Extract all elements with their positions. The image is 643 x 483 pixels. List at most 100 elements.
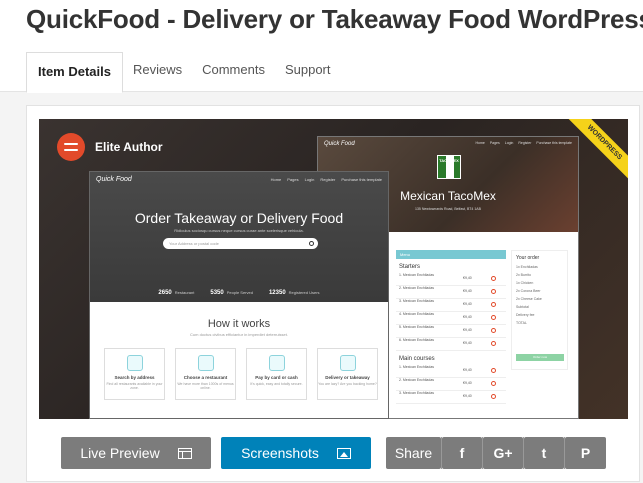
order-total: TOTAL xyxy=(516,321,527,325)
screenshots-label: Screenshots xyxy=(241,445,319,461)
order-line: 2x Cheese Cake xyxy=(516,297,542,301)
menu-item: 1. Mexican Enchiladas xyxy=(399,365,435,369)
nav-link: Pages xyxy=(489,141,500,145)
menu-price: €9,40 xyxy=(463,368,472,372)
menu-row: 2. Mexican Enchiladas €9,40 xyxy=(396,378,506,391)
stat-value: 5350 xyxy=(210,290,224,296)
pinterest-share-button[interactable]: P xyxy=(565,437,606,469)
item-header: QuickFood - Delivery or Takeaway Food Wo… xyxy=(0,0,643,93)
step-card: Pay by card or cash It's quick, easy and … xyxy=(246,348,307,400)
item-tabs: Item Details Reviews Comments Support xyxy=(26,52,341,93)
menu-item: 2. Mexican Enchiladas xyxy=(399,378,435,382)
menu-row: 5. Mexican Enchiladas €9,40 xyxy=(396,325,506,338)
add-icon xyxy=(491,381,496,386)
order-delivery: Delivery fee xyxy=(516,313,535,317)
image-icon xyxy=(336,447,351,459)
twitter-share-button[interactable]: t xyxy=(524,437,564,469)
order-line: 1x Chicken xyxy=(516,281,534,285)
nav-link: Register xyxy=(518,141,532,145)
menu-bar: Menu xyxy=(396,250,506,259)
google-plus-share-button[interactable]: G+ xyxy=(483,437,523,469)
menu-item: 3. Mexican Enchiladas xyxy=(399,391,435,395)
add-icon xyxy=(491,368,496,373)
live-preview-button[interactable]: Live Preview xyxy=(61,437,211,469)
menu-row: 4. Mexican Enchiladas €9,40 xyxy=(396,312,506,325)
menu-item: 2. Mexican Enchiladas xyxy=(399,286,435,290)
add-icon xyxy=(491,328,496,333)
home-hero: Quick Food Home Pages Login Register Pur… xyxy=(90,172,388,302)
nav-link: Login xyxy=(304,177,315,182)
menu-item: 1. Mexican Enchiladas xyxy=(399,273,435,277)
nav-link: Pages xyxy=(287,177,299,182)
add-icon xyxy=(491,302,496,307)
how-it-works-steps: Search by address Find all restaurants av… xyxy=(104,348,378,400)
how-it-works-subtitle: Cum doctus civibus efficiantur in imperd… xyxy=(190,332,288,337)
restaurant-logo: TACOMEX xyxy=(437,155,461,179)
order-line: 2x Burrito xyxy=(516,273,531,277)
map-pin-icon xyxy=(126,355,143,371)
payment-icon xyxy=(268,355,285,371)
preview-banner[interactable]: Elite Author Quick Food Home Pages Login… xyxy=(39,119,628,419)
order-now-button: Order now xyxy=(516,354,564,361)
menu-list: Menu Starters 1. Mexican Enchiladas €9,40… xyxy=(396,250,506,404)
step-title: Search by address xyxy=(114,375,155,380)
browser-window-icon xyxy=(177,447,192,459)
home-search-mock: Your Address or postal code xyxy=(163,238,318,249)
stat: 12350 Registered Users xyxy=(269,290,320,296)
menu-item: 6. Mexican Enchiladas xyxy=(399,338,435,342)
tab-item-details[interactable]: Item Details xyxy=(26,52,123,93)
menu-section-title: Main courses xyxy=(399,356,435,362)
order-line: 2x Corona Beer xyxy=(516,289,541,293)
share-label-button: Share xyxy=(386,437,441,469)
stat-label: Restaurant xyxy=(174,290,195,295)
menu-price: €9,40 xyxy=(463,289,472,293)
menu-row: 3. Mexican Enchiladas €9,40 xyxy=(396,391,506,404)
order-summary: Your order 1x Enchiladas 2x Burrito 1x C… xyxy=(511,250,568,370)
restaurant-icon xyxy=(197,355,214,371)
restaurant-logo-text: TACOMEX xyxy=(439,158,459,163)
step-card: Search by address Find all restaurants av… xyxy=(104,348,165,400)
menu-item: 4. Mexican Enchiladas xyxy=(399,312,435,316)
stat-value: 2650 xyxy=(158,290,172,296)
search-placeholder: Your Address or postal code xyxy=(169,241,219,246)
step-card: Choose a restaurant We have more than 100… xyxy=(175,348,236,400)
home-page-mock: Quick Food Home Pages Login Register Pur… xyxy=(89,171,389,419)
menu-price: €9,40 xyxy=(463,302,472,306)
nav-link: Register xyxy=(320,177,336,182)
elite-author-label: Elite Author xyxy=(95,140,163,154)
elite-author-badge: Elite Author xyxy=(57,133,163,161)
delivery-truck-icon xyxy=(339,355,356,371)
search-icon xyxy=(309,241,314,246)
step-title: Pay by card or cash xyxy=(255,375,298,380)
detail-logo: Quick Food xyxy=(324,141,355,147)
how-it-works-title: How it works xyxy=(207,318,271,330)
menu-price: €9,40 xyxy=(463,328,472,332)
tab-reviews[interactable]: Reviews xyxy=(123,52,192,92)
menu-price: €9,40 xyxy=(463,315,472,319)
facebook-share-button[interactable]: f xyxy=(442,437,482,469)
order-line: 1x Enchiladas xyxy=(516,265,538,269)
step-desc: We have more than 1000s of menus online. xyxy=(177,382,234,390)
step-title: Choose a restaurant xyxy=(183,375,228,380)
step-title: Delivery or takeaway xyxy=(325,375,370,380)
nav-link: Home xyxy=(270,177,282,182)
home-heading: Order Takeaway or Delivery Food xyxy=(134,210,344,226)
tab-comments[interactable]: Comments xyxy=(192,52,275,92)
order-title: Your order xyxy=(516,255,540,261)
home-subheading: Ridiculus sociosqu cursus neque cursus c… xyxy=(174,228,304,233)
screenshots-button[interactable]: Screenshots xyxy=(221,437,371,469)
stat-label: People Served xyxy=(226,290,253,295)
step-card: Delivery or takeaway You are lazy? Are yo… xyxy=(317,348,378,400)
menu-price: €9,40 xyxy=(463,381,472,385)
nav-link: Purchase this template xyxy=(536,141,572,145)
menu-section-title: Starters xyxy=(399,264,421,270)
add-icon xyxy=(491,315,496,320)
menu-item: 3. Mexican Enchiladas xyxy=(399,299,435,303)
menu-price: €9,40 xyxy=(463,341,472,345)
menu-price: €9,40 xyxy=(463,276,472,280)
item-page: QuickFood - Delivery or Takeaway Food Wo… xyxy=(0,0,643,483)
menu-item: 5. Mexican Enchiladas xyxy=(399,325,435,329)
nav-link: Purchase this template xyxy=(341,177,382,182)
tab-support[interactable]: Support xyxy=(275,52,341,92)
add-icon xyxy=(491,394,496,399)
